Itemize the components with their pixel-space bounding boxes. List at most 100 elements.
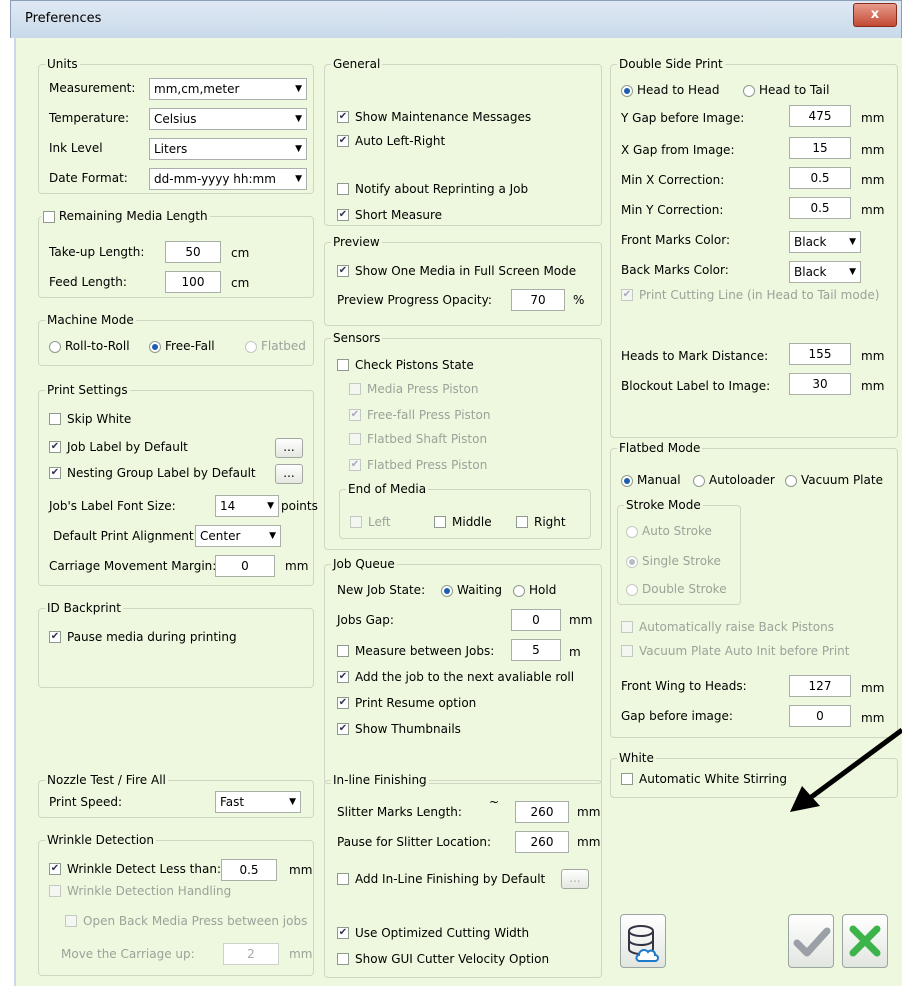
temperature-select[interactable]: Celsius <box>149 108 307 130</box>
auto-left-right-checkbox[interactable] <box>337 135 349 147</box>
move-carriage-unit: mm <box>289 947 313 961</box>
nesting-label-checkbox[interactable] <box>49 467 61 479</box>
vacuum-init-checkbox[interactable] <box>621 645 633 657</box>
raise-pistons-checkbox[interactable] <box>621 621 633 633</box>
freefall-press-checkbox[interactable] <box>349 409 361 421</box>
job-label-checkbox[interactable] <box>49 441 61 453</box>
feed-input[interactable]: 100 <box>165 271 221 293</box>
short-measure-checkbox[interactable] <box>337 209 349 221</box>
roll-to-roll-radio[interactable] <box>49 341 61 353</box>
manual-radio[interactable] <box>621 475 633 487</box>
skip-white-checkbox[interactable] <box>49 413 61 425</box>
short-measure-label: Short Measure <box>355 208 443 222</box>
wrinkle-handling-checkbox[interactable] <box>49 885 61 897</box>
front-marks-label: Front Marks Color: <box>621 233 730 247</box>
open-back-checkbox[interactable] <box>65 915 77 927</box>
close-button[interactable]: x <box>853 3 897 27</box>
ink-level-select[interactable]: Liters <box>149 138 307 160</box>
autoloader-radio[interactable] <box>693 475 705 487</box>
date-format-select[interactable]: dd-mm-yyyy hh:mm <box>149 168 307 190</box>
notify-reprint-checkbox[interactable] <box>337 183 349 195</box>
add-next-roll-checkbox[interactable] <box>337 671 349 683</box>
media-press-checkbox[interactable] <box>349 383 361 395</box>
white-title: White <box>617 751 656 765</box>
takeup-input[interactable]: 50 <box>165 241 221 263</box>
double-stroke-radio[interactable] <box>626 584 638 596</box>
opacity-input[interactable]: 70 <box>511 289 565 311</box>
check-pistons-checkbox[interactable] <box>337 359 349 371</box>
print-speed-select[interactable]: Fast <box>215 791 301 813</box>
gui-cutter-checkbox[interactable] <box>337 953 349 965</box>
feed-unit: cm <box>231 276 250 290</box>
heads-distance-input[interactable]: 155 <box>789 343 851 365</box>
blockout-input[interactable]: 30 <box>789 373 851 395</box>
maintenance-checkbox[interactable] <box>337 111 349 123</box>
measure-between-checkbox[interactable] <box>337 645 349 657</box>
nozzle-test-group: Nozzle Test / Fire All Print Speed: Fast <box>38 773 314 818</box>
show-thumbnails-checkbox[interactable] <box>337 723 349 735</box>
remaining-media-checkbox[interactable] <box>43 210 55 223</box>
double-side-group: Double Side Print Head to Head Head to T… <box>610 57 898 438</box>
free-fall-radio[interactable] <box>149 341 161 353</box>
hold-radio[interactable] <box>513 585 525 597</box>
cancel-button[interactable] <box>842 914 888 968</box>
eom-left-checkbox[interactable] <box>350 516 362 528</box>
slitter-marks-input[interactable]: 260 <box>515 801 569 823</box>
print-resume-checkbox[interactable] <box>337 697 349 709</box>
optimized-cutting-checkbox[interactable] <box>337 927 349 939</box>
minx-input[interactable]: 0.5 <box>789 167 851 189</box>
xgap-input[interactable]: 15 <box>789 137 851 159</box>
one-media-checkbox[interactable] <box>337 265 349 277</box>
open-back-label: Open Back Media Press between jobs <box>83 914 308 928</box>
font-size-select[interactable]: 14 <box>215 495 279 517</box>
job-label-more-button[interactable]: ... <box>275 438 303 458</box>
flatbed-press-checkbox[interactable] <box>349 459 361 471</box>
flatbed-mode-group: Flatbed Mode Manual Autoloader Vacuum Pl… <box>610 441 898 738</box>
alignment-select[interactable]: Center <box>195 525 281 547</box>
add-inline-more-button[interactable]: ... <box>561 869 589 889</box>
eom-right-checkbox[interactable] <box>516 516 528 528</box>
jobs-gap-input[interactable]: 0 <box>511 609 561 631</box>
eom-middle-checkbox[interactable] <box>434 516 446 528</box>
measurement-select[interactable]: mm,cm,meter <box>149 78 307 100</box>
ygap-unit: mm <box>861 111 885 125</box>
head-to-tail-radio[interactable] <box>743 85 755 97</box>
waiting-radio[interactable] <box>441 585 453 597</box>
front-marks-select[interactable]: Black <box>789 231 861 253</box>
single-stroke-radio[interactable] <box>626 556 638 568</box>
pause-slitter-input[interactable]: 260 <box>515 831 569 853</box>
head-to-head-radio[interactable] <box>621 85 633 97</box>
vacuum-plate-radio[interactable] <box>785 475 797 487</box>
front-wing-input[interactable]: 127 <box>789 675 851 697</box>
flatbed-radio[interactable] <box>245 341 257 353</box>
remaining-media-header: Remaining Media Length <box>41 209 210 223</box>
move-carriage-input[interactable]: 2 <box>223 943 279 965</box>
ok-button[interactable] <box>788 914 834 968</box>
database-cloud-button[interactable] <box>620 914 666 968</box>
print-resume-label: Print Resume option <box>355 696 477 710</box>
flatbed-shaft-checkbox[interactable] <box>349 433 361 445</box>
add-inline-checkbox[interactable] <box>337 873 349 885</box>
heads-distance-unit: mm <box>861 349 885 363</box>
miny-input[interactable]: 0.5 <box>789 197 851 219</box>
auto-stroke-radio[interactable] <box>626 526 638 538</box>
jobs-gap-label: Jobs Gap: <box>337 613 394 627</box>
print-settings-group: Print Settings Skip White Job Label by D… <box>38 383 318 586</box>
maintenance-label: Show Maintenance Messages <box>355 110 532 124</box>
cutting-line-checkbox[interactable] <box>621 289 633 301</box>
wrinkle-detect-checkbox[interactable] <box>49 863 61 875</box>
white-stirring-checkbox[interactable] <box>621 773 633 785</box>
end-of-media-group: End of Media Left Middle Right <box>339 482 591 539</box>
measure-between-input[interactable]: 5 <box>511 639 561 661</box>
freefall-press-label: Free-fall Press Piston <box>367 408 491 422</box>
miny-unit: mm <box>861 203 885 217</box>
autoloader-label: Autoloader <box>709 473 775 487</box>
back-marks-select[interactable]: Black <box>789 261 861 283</box>
carriage-margin-input[interactable]: 0 <box>215 555 275 577</box>
nesting-label-more-button[interactable]: ... <box>275 464 303 484</box>
wrinkle-detect-input[interactable]: 0.5 <box>221 859 277 881</box>
pause-media-checkbox[interactable] <box>49 631 61 643</box>
ygap-input[interactable]: 475 <box>789 105 851 127</box>
carriage-margin-unit: mm <box>285 559 309 573</box>
gap-before-input[interactable]: 0 <box>789 705 851 727</box>
